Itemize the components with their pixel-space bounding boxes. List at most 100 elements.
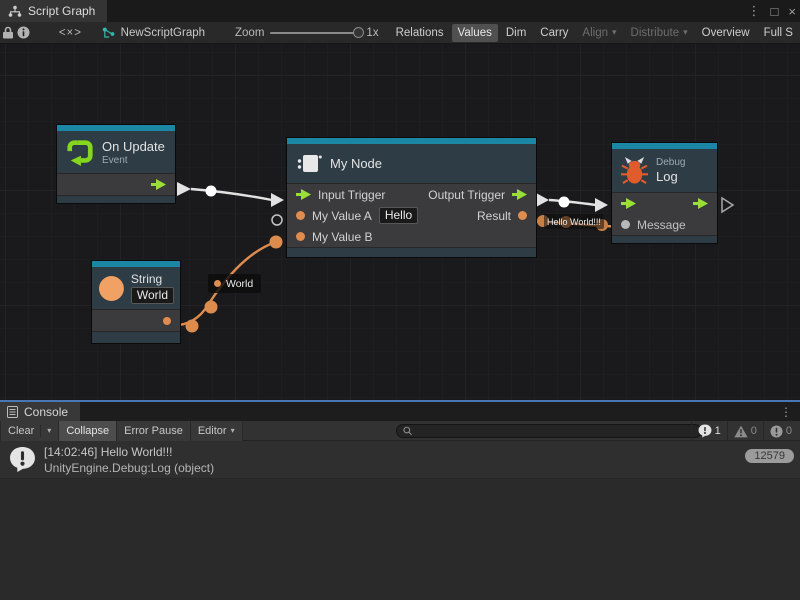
flow-input-port[interactable] xyxy=(296,189,311,200)
window-controls: ⋮ □ × xyxy=(748,0,796,22)
string-value-field[interactable]: World xyxy=(131,287,174,304)
node-my-node-body: Input Trigger Output Trigger My Value A … xyxy=(287,183,536,247)
graph-tree-icon xyxy=(8,5,22,18)
log-entry-row[interactable]: [14:02:46] Hello World!!! UnityEngine.De… xyxy=(0,441,800,479)
log-stacktrace: UnityEngine.Debug:Log (object) xyxy=(44,461,214,475)
dim-button[interactable]: Dim xyxy=(500,24,532,42)
node-debug-body: Message xyxy=(612,192,717,235)
zoom-slider-handle[interactable] xyxy=(353,27,364,38)
console-counters: 1 0 0 xyxy=(691,421,798,441)
node-string-body xyxy=(92,309,180,331)
wire-value-label-hello: Hello World!!! xyxy=(544,214,604,229)
search-icon xyxy=(403,426,413,436)
divider xyxy=(40,425,41,437)
console-toolbar: Clear ▾ Collapse Error Pause Editor ▾ 1 xyxy=(0,421,800,441)
info-button[interactable] xyxy=(16,22,32,44)
info-count-toggle[interactable]: 1 xyxy=(691,421,727,441)
clear-button[interactable]: Clear ▾ xyxy=(0,421,59,441)
values-button[interactable]: Values xyxy=(452,24,498,42)
value-input-port[interactable] xyxy=(296,211,305,220)
flow-output-port[interactable] xyxy=(512,189,527,200)
distribute-button[interactable]: Distribute▾ xyxy=(625,24,694,42)
value-dot-icon xyxy=(214,280,221,287)
error-count-toggle[interactable]: 0 xyxy=(763,421,798,441)
my-value-b-label: My Value B xyxy=(312,230,372,244)
wire-onupdate-to-mynode[interactable] xyxy=(177,182,284,207)
node-title: On Update xyxy=(102,139,165,154)
value-input-port[interactable] xyxy=(296,232,305,241)
overview-button[interactable]: Overview xyxy=(696,24,756,42)
graph-toolbar: <×> NewScriptGraph Zoom 1x Relations Val… xyxy=(0,22,800,44)
warning-triangle-icon xyxy=(734,425,748,438)
value-output-port[interactable] xyxy=(518,211,527,220)
window-menu-icon[interactable]: ⋮ xyxy=(748,3,761,19)
close-icon[interactable]: × xyxy=(788,4,796,19)
window-tabbar: Script Graph ⋮ □ × xyxy=(0,0,800,22)
console-search[interactable] xyxy=(396,424,702,438)
node-string[interactable]: String World xyxy=(92,261,180,343)
script-graph-icon xyxy=(102,27,115,39)
flow-output-port[interactable] xyxy=(151,179,166,190)
flow-input-port[interactable] xyxy=(621,198,636,209)
zoom-value: 1x xyxy=(366,27,378,39)
console-tabbar: Console ⋮ xyxy=(0,402,800,421)
zoom-slider-track[interactable] xyxy=(270,32,360,34)
my-value-a-field[interactable]: Hello xyxy=(379,207,418,224)
node-string-titles: String World xyxy=(131,272,174,304)
value-input-port[interactable] xyxy=(621,220,630,229)
lock-button[interactable] xyxy=(0,22,16,44)
node-string-header: String World xyxy=(92,267,180,309)
console-menu-icon[interactable]: ⋮ xyxy=(780,405,792,419)
graph-name-group[interactable]: NewScriptGraph xyxy=(102,27,205,39)
node-my-node[interactable]: My Node Input Trigger Output Trigger My … xyxy=(287,138,536,257)
unconnected-port-circle[interactable] xyxy=(272,215,282,225)
string-literal-icon xyxy=(98,275,125,302)
search-input[interactable] xyxy=(417,426,695,437)
log-message: [14:02:46] Hello World!!! xyxy=(44,445,173,459)
node-my-node-header: My Node xyxy=(287,144,536,183)
editor-dropdown[interactable]: Editor ▾ xyxy=(191,421,243,441)
node-title: My Node xyxy=(330,156,382,171)
chevron-down-icon: ▾ xyxy=(47,426,51,435)
error-pause-button[interactable]: Error Pause xyxy=(117,421,191,441)
node-category: Debug xyxy=(656,157,685,168)
warning-count-toggle[interactable]: 0 xyxy=(727,421,763,441)
maximize-icon[interactable]: □ xyxy=(771,4,779,19)
carry-button[interactable]: Carry xyxy=(534,24,574,42)
tab-console[interactable]: Console xyxy=(0,402,80,421)
graph-toolbar-buttons: Relations Values Dim Carry Align▾ Distri… xyxy=(389,24,800,42)
lock-icon xyxy=(2,26,14,39)
tab-script-graph[interactable]: Script Graph xyxy=(0,0,107,22)
code-view-button[interactable]: <×> xyxy=(57,27,83,39)
error-circle-icon xyxy=(770,425,783,438)
info-bubble-icon xyxy=(9,446,36,473)
node-subtitle: Event xyxy=(102,155,165,166)
value-output-port[interactable] xyxy=(163,317,171,325)
node-on-update[interactable]: On Update Event xyxy=(57,125,175,203)
relations-button[interactable]: Relations xyxy=(390,24,450,42)
wire-mynode-to-debuglog[interactable] xyxy=(536,193,608,212)
flow-output-port[interactable] xyxy=(693,198,708,209)
zoom-control: Zoom 1x xyxy=(235,27,379,39)
debug-bug-icon xyxy=(621,156,648,185)
node-title: Log xyxy=(656,169,685,184)
tab-script-graph-label: Script Graph xyxy=(28,4,95,18)
input-trigger-label: Input Trigger xyxy=(318,188,385,202)
node-debug-log[interactable]: Debug Log Message xyxy=(612,143,717,243)
align-button[interactable]: Align▾ xyxy=(576,24,622,42)
zoom-label: Zoom xyxy=(235,27,264,39)
unit-node-icon xyxy=(296,152,322,176)
node-debug-titles: Debug Log xyxy=(656,157,685,184)
node-title: String xyxy=(131,272,174,286)
node-footer xyxy=(57,195,175,203)
message-port-label: Message xyxy=(637,218,686,232)
graph-name-label: NewScriptGraph xyxy=(121,27,205,39)
info-icon xyxy=(17,26,30,39)
graph-canvas[interactable]: On Update Event My Node xyxy=(0,44,800,400)
unconnected-flow-arrow[interactable] xyxy=(722,198,733,212)
full-screen-button[interactable]: Full S xyxy=(758,24,799,42)
node-on-update-header: On Update Event xyxy=(57,131,175,173)
output-trigger-label: Output Trigger xyxy=(428,188,505,202)
chevron-down-icon: ▾ xyxy=(231,426,235,435)
collapse-button[interactable]: Collapse xyxy=(59,421,117,441)
